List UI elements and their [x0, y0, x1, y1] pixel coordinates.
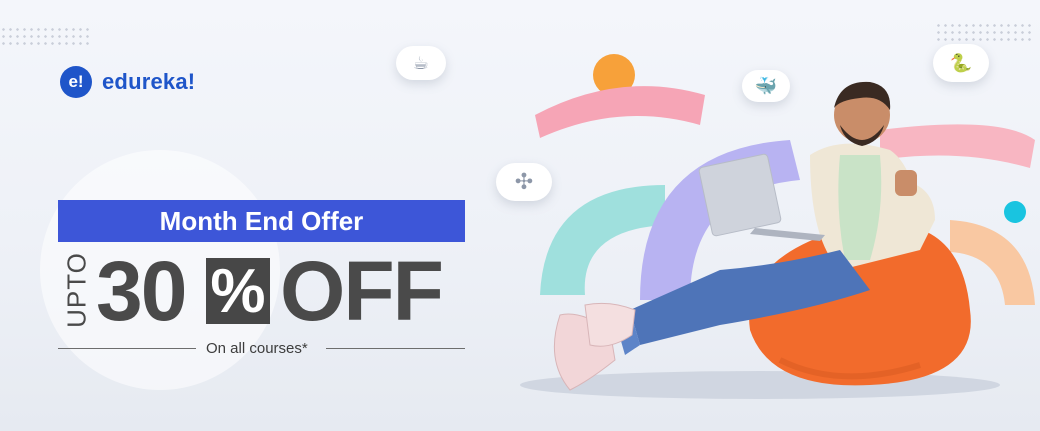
laptop [698, 153, 782, 237]
person-on-beanbag-illustration [553, 81, 971, 391]
cyan-dot [1004, 201, 1026, 223]
java-cloud-icon: ☕ [396, 46, 446, 80]
promo-banner: e! edureka! Month End Offer UPTO 30 % OF… [0, 0, 1040, 431]
